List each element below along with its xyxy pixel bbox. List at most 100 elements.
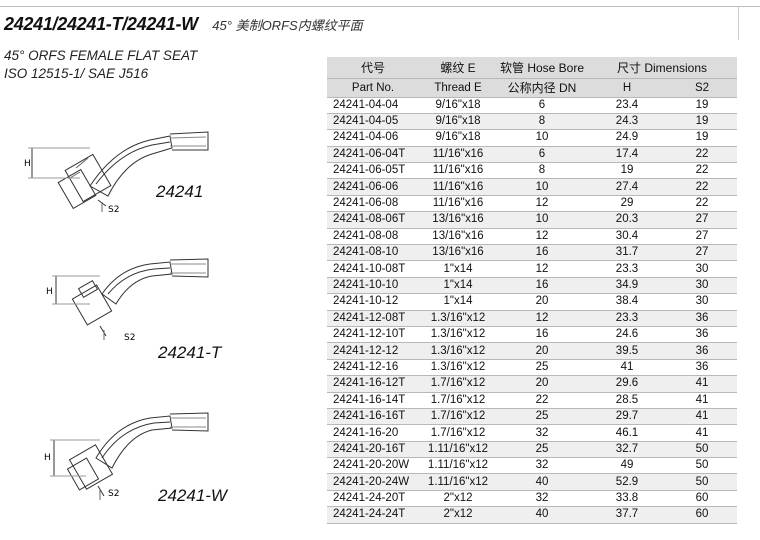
- cell-thread: 1"x14: [419, 293, 497, 311]
- dim-s2-label: S2: [108, 489, 119, 499]
- table-row: 24241-20-16T 1.11/16"x12 25 32.7 50: [327, 441, 737, 459]
- table-row: 24241-16-14T 1.7/16"x12 22 28.5 41: [327, 392, 737, 409]
- table-body: 24241-04-04 9/16"x18 6 23.4 19 24241-04-05 9/1…: [327, 97, 737, 524]
- table-row: 24241-04-04 9/16"x18 6 23.4 19: [327, 97, 737, 114]
- cell-s2: 19: [667, 97, 737, 114]
- table-row: 24241-24-20T 2"x12 32 33.8 60: [327, 490, 737, 508]
- cell-h: 23.3: [587, 310, 667, 327]
- cell-s2: 27: [667, 244, 737, 262]
- dim-h-label: H: [46, 287, 53, 297]
- cell-h: 31.7: [587, 244, 667, 262]
- cell-s2: 30: [667, 260, 737, 278]
- table-header-row: 代号 螺纹 E 软管 Hose Bore 尺寸 Dimensions: [327, 57, 737, 79]
- cell-part-no: 24241-12-08T: [327, 310, 419, 327]
- cell-dn: 20: [497, 342, 587, 360]
- cell-thread: 13/16"x16: [419, 228, 497, 246]
- cell-part-no: 24241-06-04T: [327, 146, 419, 164]
- cell-dn: 22: [497, 392, 587, 409]
- cell-s2: 36: [667, 310, 737, 327]
- table-row: 24241-10-08T 1"x14 12 23.3 30: [327, 260, 737, 278]
- title-main: 24241/24241-T/24241-W: [4, 14, 198, 34]
- drawing-code-24241-T: 24241-T: [158, 343, 222, 362]
- cell-s2: 41: [667, 392, 737, 409]
- col-dimensions: 尺寸 Dimensions: [587, 57, 737, 79]
- cell-thread: 1.3/16"x12: [419, 342, 497, 360]
- cell-thread: 13/16"x16: [419, 211, 497, 229]
- cell-h: 27.4: [587, 178, 667, 196]
- col-dn: 公称内径 DN: [497, 78, 587, 98]
- cell-part-no: 24241-20-16T: [327, 441, 419, 459]
- table-row: 24241-12-16 1.3/16"x12 25 41 36: [327, 359, 737, 377]
- cell-dn: 6: [497, 97, 587, 114]
- cell-dn: 32: [497, 424, 587, 442]
- cell-dn: 32: [497, 490, 587, 508]
- cell-h: 34.9: [587, 277, 667, 295]
- cell-s2: 30: [667, 293, 737, 311]
- cell-thread: 1.11/16"x12: [419, 441, 497, 459]
- col-part-no-cn: 代号: [327, 57, 419, 79]
- drawing-24241-T: H S2: [20, 246, 220, 346]
- cell-part-no: 24241-10-08T: [327, 260, 419, 278]
- cell-dn: 20: [497, 293, 587, 311]
- cell-part-no: 24241-12-10T: [327, 326, 419, 344]
- cell-s2: 27: [667, 228, 737, 246]
- table-row: 24241-10-12 1"x14 20 38.4 30: [327, 293, 737, 311]
- dim-h-label: H: [44, 453, 51, 463]
- table-row: 24241-12-12 1.3/16"x12 20 39.5 36: [327, 342, 737, 360]
- cell-part-no: 24241-16-20: [327, 424, 419, 442]
- table-row: 24241-24-24T 2"x12 40 37.7 60: [327, 506, 737, 524]
- cell-dn: 10: [497, 178, 587, 196]
- cell-part-no: 24241-16-14T: [327, 392, 419, 409]
- cell-dn: 25: [497, 359, 587, 377]
- dim-s2-label: S2: [108, 205, 119, 215]
- standard: ISO 12515-1/ SAE J516: [4, 66, 149, 81]
- cell-part-no: 24241-20-20W: [327, 457, 419, 475]
- cell-dn: 12: [497, 228, 587, 246]
- cell-thread: 2"x12: [419, 506, 497, 524]
- cell-h: 28.5: [587, 392, 667, 409]
- cell-h: 23.3: [587, 260, 667, 278]
- cell-dn: 25: [497, 441, 587, 459]
- cell-s2: 36: [667, 326, 737, 344]
- cell-dn: 40: [497, 473, 587, 491]
- table-row: 24241-12-08T 1.3/16"x12 12 23.3 36: [327, 310, 737, 327]
- cell-thread: 9/16"x18: [419, 97, 497, 114]
- cell-h: 38.4: [587, 293, 667, 311]
- cell-thread: 1.3/16"x12: [419, 310, 497, 327]
- cell-thread: 1.3/16"x12: [419, 326, 497, 344]
- cell-s2: 50: [667, 473, 737, 491]
- cell-s2: 50: [667, 441, 737, 459]
- spec-table: 代号 螺纹 E 软管 Hose Bore 尺寸 Dimensions Part …: [327, 57, 737, 524]
- cell-s2: 60: [667, 490, 737, 508]
- cell-thread: 11/16"x16: [419, 178, 497, 196]
- drawing-code-24241: 24241: [156, 182, 204, 201]
- cell-part-no: 24241-06-05T: [327, 162, 419, 180]
- cell-h: 46.1: [587, 424, 667, 442]
- right-rule: [738, 6, 739, 40]
- cell-dn: 25: [497, 408, 587, 426]
- cell-h: 23.4: [587, 97, 667, 114]
- table-row: 24241-16-16T 1.7/16"x12 25 29.7 41: [327, 408, 737, 426]
- cell-dn: 10: [497, 129, 587, 147]
- drawing-code-24241-W: 24241-W: [158, 486, 227, 505]
- cell-part-no: 24241-08-10: [327, 244, 419, 262]
- cell-s2: 41: [667, 375, 737, 393]
- cell-h: 29.6: [587, 375, 667, 393]
- cell-thread: 1.7/16"x12: [419, 392, 497, 409]
- table-row: 24241-06-05T 11/16"x16 8 19 22: [327, 162, 737, 180]
- cell-part-no: 24241-12-12: [327, 342, 419, 360]
- cell-thread: 1.11/16"x12: [419, 473, 497, 491]
- cell-part-no: 24241-16-16T: [327, 408, 419, 426]
- cell-part-no: 24241-10-12: [327, 293, 419, 311]
- cell-part-no: 24241-20-24W: [327, 473, 419, 491]
- fitting-drawing-24241-T: H S2: [46, 258, 209, 343]
- cell-dn: 32: [497, 457, 587, 475]
- cell-s2: 19: [667, 113, 737, 131]
- subtitle: 45° ORFS FEMALE FLAT SEAT: [4, 48, 198, 63]
- cell-h: 19: [587, 162, 667, 180]
- table-row: 24241-06-06 11/16"x16 10 27.4 22: [327, 178, 737, 196]
- cell-dn: 40: [497, 506, 587, 524]
- table-row: 24241-08-06T 13/16"x16 10 20.3 27: [327, 211, 737, 229]
- cell-dn: 20: [497, 375, 587, 393]
- title-cn: 45° 美制ORFS内螺纹平面: [212, 18, 363, 33]
